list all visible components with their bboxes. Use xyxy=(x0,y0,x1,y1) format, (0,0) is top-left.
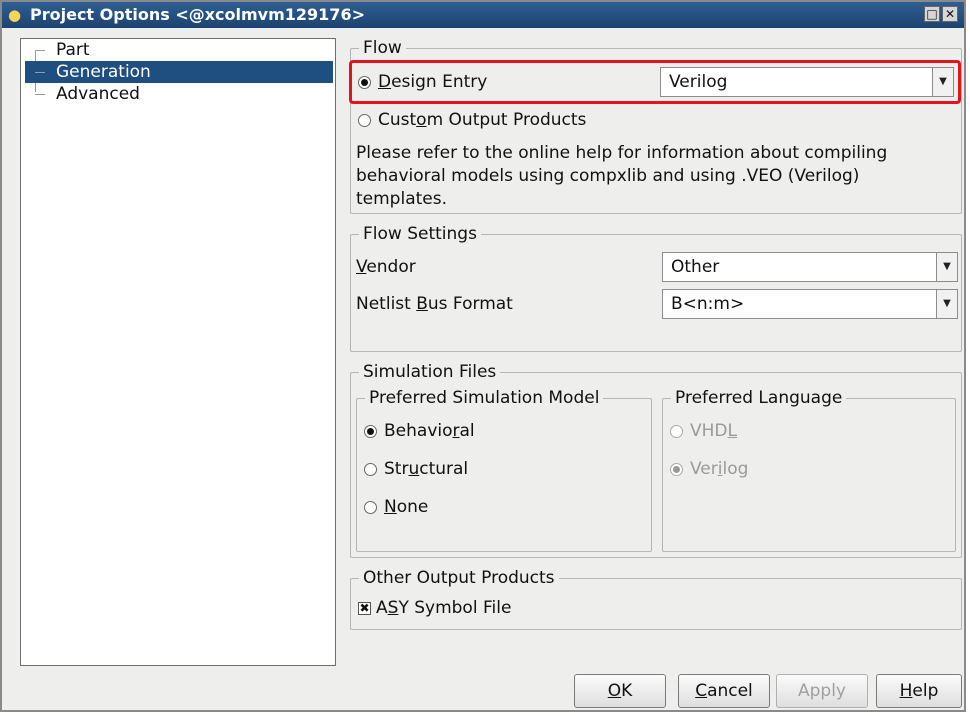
structural-label[interactable]: Structural xyxy=(384,458,468,480)
custom-output-label[interactable]: Custom Output Products xyxy=(378,109,586,131)
flow-help-text-line: templates. xyxy=(356,189,448,209)
vendor-label: Vendor xyxy=(356,257,416,277)
window-title: Project Options <@xcolmvm129176> xyxy=(30,5,365,24)
simulation-files-legend: Simulation Files xyxy=(359,361,501,383)
tree-item-label: Part xyxy=(56,40,90,60)
tree-item-label: Advanced xyxy=(56,84,140,104)
title-bar[interactable]: ● Project Options <@xcolmvm129176> □ ✕ xyxy=(2,2,964,28)
verilog-label: Verilog xyxy=(690,459,749,479)
project-options-window: ● Project Options <@xcolmvm129176> □ ✕ P… xyxy=(0,0,966,712)
vendor-dropdown[interactable]: Other ▼ xyxy=(662,252,958,282)
netlist-bus-format-dropdown[interactable]: B<n:m> ▼ xyxy=(662,289,958,319)
design-entry-label[interactable]: Design Entry xyxy=(378,71,487,93)
custom-output-radio[interactable] xyxy=(358,114,371,127)
ok-button[interactable]: OK xyxy=(574,674,666,708)
help-button[interactable]: Help xyxy=(876,674,962,708)
apply-button[interactable]: Apply xyxy=(776,674,868,708)
cancel-button[interactable]: Cancel xyxy=(678,674,770,708)
netlist-bus-format-label: Netlist Bus Format xyxy=(356,294,513,314)
verilog-radio[interactable] xyxy=(670,463,683,476)
vhdl-label: VHDL xyxy=(690,421,737,441)
chevron-down-icon: ▼ xyxy=(936,253,957,281)
other-output-products-legend: Other Output Products xyxy=(359,567,559,589)
netlist-bus-format-value: B<n:m> xyxy=(671,294,745,314)
none-label[interactable]: None xyxy=(384,496,428,518)
behavioral-label[interactable]: Behavioral xyxy=(384,420,475,442)
maximize-icon[interactable]: □ xyxy=(924,6,940,22)
design-entry-value: Verilog xyxy=(669,72,728,92)
behavioral-radio[interactable] xyxy=(364,425,377,438)
category-tree[interactable]: Part Generation Advanced xyxy=(20,38,336,666)
asy-symbol-file-label[interactable]: ASY Symbol File xyxy=(376,597,511,619)
tree-item-generation[interactable]: Generation xyxy=(25,61,333,83)
vhdl-radio[interactable] xyxy=(670,425,683,438)
flow-settings-legend: Flow Settings xyxy=(359,223,481,245)
flow-help-text-line: behavioral models using compxlib and usi… xyxy=(356,166,860,186)
design-entry-radio[interactable] xyxy=(358,76,371,89)
design-entry-dropdown[interactable]: Verilog ▼ xyxy=(660,67,954,97)
flow-legend: Flow xyxy=(359,37,406,59)
flow-help-text-line: Please refer to the online help for info… xyxy=(356,143,888,163)
vendor-value: Other xyxy=(671,257,720,277)
tree-item-part[interactable]: Part xyxy=(25,39,333,61)
chevron-down-icon: ▼ xyxy=(932,68,953,96)
preferred-language-legend: Preferred Language xyxy=(671,387,847,409)
bulb-icon: ● xyxy=(8,6,22,24)
asy-symbol-file-checkbox[interactable]: ✖ xyxy=(358,602,371,615)
structural-radio[interactable] xyxy=(364,463,377,476)
tree-item-label: Generation xyxy=(56,62,151,82)
close-icon[interactable]: ✕ xyxy=(942,6,958,22)
chevron-down-icon: ▼ xyxy=(936,290,957,318)
preferred-simulation-model-legend: Preferred Simulation Model xyxy=(365,387,604,409)
none-radio[interactable] xyxy=(364,501,377,514)
tree-item-advanced[interactable]: Advanced xyxy=(25,83,333,105)
